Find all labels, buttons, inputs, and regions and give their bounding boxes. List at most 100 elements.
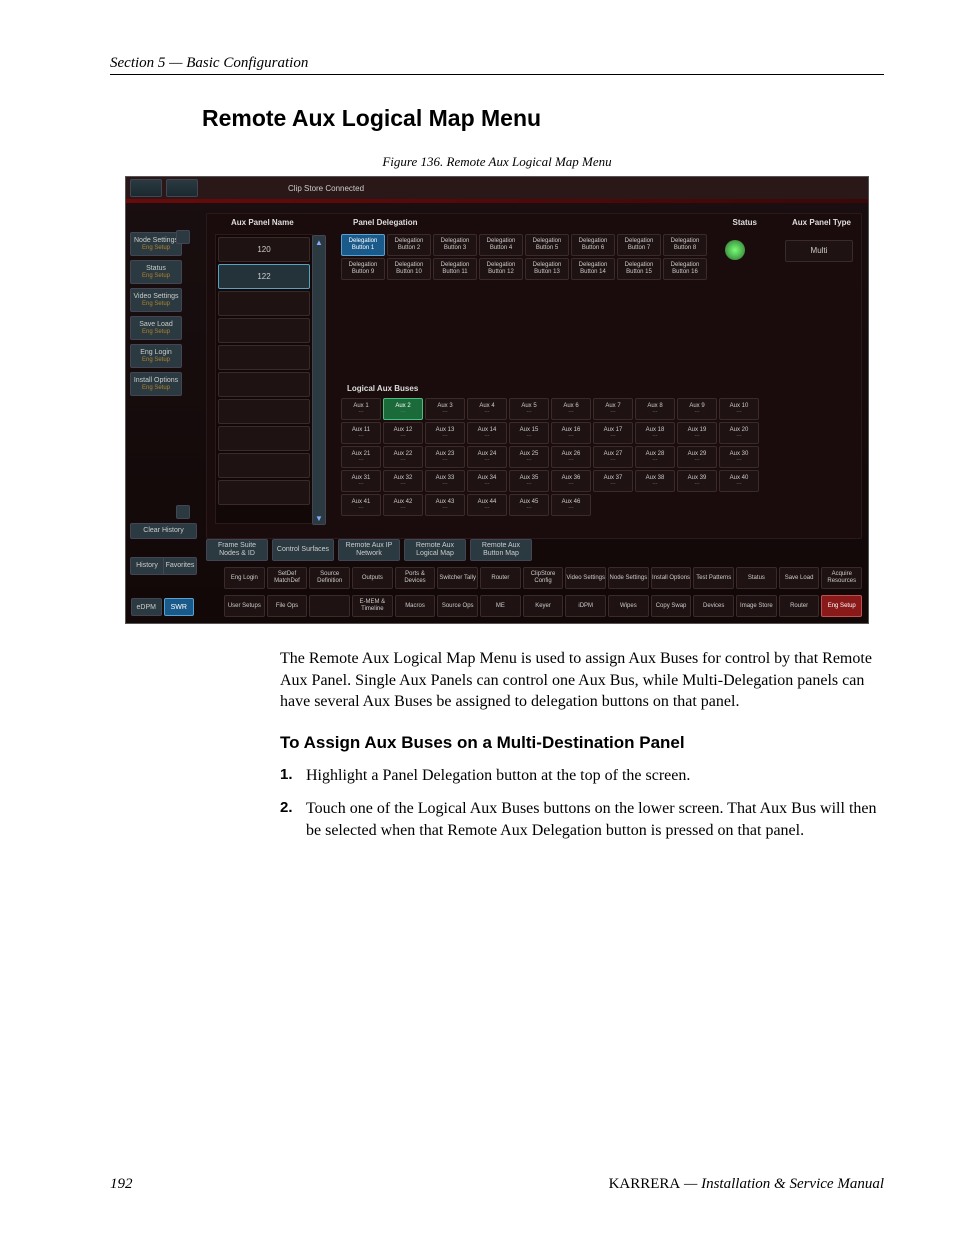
left-nav-item[interactable]: Eng LoginEng Setup bbox=[130, 344, 182, 368]
delegation-button[interactable]: DelegationButton 5 bbox=[525, 234, 569, 256]
aux-panel-item[interactable] bbox=[218, 426, 310, 451]
delegation-button[interactable]: DelegationButton 8 bbox=[663, 234, 707, 256]
logical-aux-button[interactable]: Aux 12--- bbox=[383, 422, 423, 444]
delegation-button[interactable]: DelegationButton 10 bbox=[387, 258, 431, 280]
logical-aux-button[interactable]: Aux 9--- bbox=[677, 398, 717, 420]
logical-aux-button[interactable]: Aux 19--- bbox=[677, 422, 717, 444]
logical-aux-button[interactable]: Aux 31--- bbox=[341, 470, 381, 492]
delegation-button[interactable]: DelegationButton 2 bbox=[387, 234, 431, 256]
aux-panel-item[interactable] bbox=[218, 345, 310, 370]
logical-aux-button[interactable]: Aux 42--- bbox=[383, 494, 423, 516]
left-nav-item[interactable]: Save LoadEng Setup bbox=[130, 316, 182, 340]
nav-scroll-down[interactable] bbox=[176, 505, 190, 519]
bottom-row-button[interactable]: ClipStore Config bbox=[523, 567, 564, 589]
delegation-button[interactable]: DelegationButton 12 bbox=[479, 258, 523, 280]
bottom-row-button[interactable]: Image Store bbox=[736, 595, 777, 617]
delegation-button[interactable]: DelegationButton 4 bbox=[479, 234, 523, 256]
bottom-row-button[interactable]: Macros bbox=[395, 595, 436, 617]
logical-aux-button[interactable]: Aux 11--- bbox=[341, 422, 381, 444]
bottom-row-button[interactable]: Save Load bbox=[779, 567, 820, 589]
logical-aux-button[interactable]: Aux 5--- bbox=[509, 398, 549, 420]
left-nav-item[interactable]: StatusEng Setup bbox=[130, 260, 182, 284]
logical-aux-button[interactable]: Aux 18--- bbox=[635, 422, 675, 444]
scroll-down-icon[interactable]: ▼ bbox=[315, 514, 323, 522]
bottom-row-button[interactable]: Switcher Tally bbox=[437, 567, 478, 589]
delegation-button[interactable]: DelegationButton 15 bbox=[617, 258, 661, 280]
bottom-row-button[interactable]: Install Options bbox=[651, 567, 692, 589]
delegation-button[interactable]: DelegationButton 3 bbox=[433, 234, 477, 256]
logical-aux-button[interactable]: Aux 44--- bbox=[467, 494, 507, 516]
logical-aux-button[interactable]: Aux 3--- bbox=[425, 398, 465, 420]
sub-tab[interactable]: Remote Aux Button Map bbox=[470, 539, 532, 561]
logical-aux-button[interactable]: Aux 13--- bbox=[425, 422, 465, 444]
logical-aux-button[interactable]: Aux 29--- bbox=[677, 446, 717, 468]
logical-aux-button[interactable]: Aux 45--- bbox=[509, 494, 549, 516]
bottom-row-button[interactable]: Copy Swap bbox=[651, 595, 692, 617]
bottom-row-button[interactable]: Eng Login bbox=[224, 567, 265, 589]
aux-panel-item[interactable] bbox=[218, 372, 310, 397]
logical-aux-button[interactable]: Aux 22--- bbox=[383, 446, 423, 468]
clear-history-button[interactable]: Clear History bbox=[130, 523, 197, 539]
bottom-row-button[interactable]: SetDef MatchDef bbox=[267, 567, 308, 589]
logical-aux-button[interactable]: Aux 32--- bbox=[383, 470, 423, 492]
sub-tab[interactable]: Frame Suite Nodes & ID bbox=[206, 539, 268, 561]
logical-aux-button[interactable]: Aux 14--- bbox=[467, 422, 507, 444]
logical-aux-button[interactable]: Aux 2--- bbox=[383, 398, 423, 420]
logical-aux-button[interactable]: Aux 4--- bbox=[467, 398, 507, 420]
aux-list-scrollbar[interactable]: ▲ ▼ bbox=[312, 235, 326, 525]
bottom-row-button[interactable]: Test Patterns bbox=[693, 567, 734, 589]
bottom-row-button[interactable] bbox=[309, 595, 350, 617]
logical-aux-button[interactable]: Aux 34--- bbox=[467, 470, 507, 492]
logical-aux-button[interactable]: Aux 46--- bbox=[551, 494, 591, 516]
logical-aux-button[interactable]: Aux 41--- bbox=[341, 494, 381, 516]
topbar-segment[interactable] bbox=[130, 179, 162, 197]
delegation-button[interactable]: DelegationButton 6 bbox=[571, 234, 615, 256]
left-nav-item[interactable]: Video SettingsEng Setup bbox=[130, 288, 182, 312]
delegation-button[interactable]: DelegationButton 11 bbox=[433, 258, 477, 280]
logical-aux-button[interactable]: Aux 8--- bbox=[635, 398, 675, 420]
edpm-button[interactable]: eDPM bbox=[131, 598, 162, 616]
bottom-row-button[interactable]: User Setups bbox=[224, 595, 265, 617]
logical-aux-button[interactable]: Aux 25--- bbox=[509, 446, 549, 468]
logical-aux-button[interactable]: Aux 26--- bbox=[551, 446, 591, 468]
sub-tab[interactable]: Remote Aux IP Network bbox=[338, 539, 400, 561]
bottom-row-button[interactable]: Router bbox=[779, 595, 820, 617]
delegation-button[interactable]: DelegationButton 7 bbox=[617, 234, 661, 256]
bottom-row-button[interactable]: iDPM bbox=[565, 595, 606, 617]
favorites-tab[interactable]: Favorites bbox=[164, 558, 196, 574]
logical-aux-button[interactable]: Aux 39--- bbox=[677, 470, 717, 492]
aux-panel-item[interactable]: 120 bbox=[218, 237, 310, 262]
bottom-row-button[interactable]: Router bbox=[480, 567, 521, 589]
bottom-row-button[interactable]: Source Ops bbox=[437, 595, 478, 617]
logical-aux-button[interactable]: Aux 28--- bbox=[635, 446, 675, 468]
bottom-row-button[interactable]: Eng Setup bbox=[821, 595, 862, 617]
sub-tab[interactable]: Remote Aux Logical Map bbox=[404, 539, 466, 561]
logical-aux-button[interactable]: Aux 15--- bbox=[509, 422, 549, 444]
bottom-row-button[interactable]: File Ops bbox=[267, 595, 308, 617]
bottom-row-button[interactable]: Source Definition bbox=[309, 567, 350, 589]
aux-panel-item[interactable] bbox=[218, 453, 310, 478]
logical-aux-button[interactable]: Aux 35--- bbox=[509, 470, 549, 492]
bottom-row-button[interactable]: Node Settings bbox=[608, 567, 649, 589]
nav-scroll-up[interactable] bbox=[176, 230, 190, 244]
bottom-row-button[interactable]: Acquire Resources bbox=[821, 567, 862, 589]
left-nav-item[interactable]: Node SettingsEng Setup bbox=[130, 232, 182, 256]
scroll-up-icon[interactable]: ▲ bbox=[315, 238, 323, 246]
logical-aux-button[interactable]: Aux 21--- bbox=[341, 446, 381, 468]
aux-panel-item[interactable] bbox=[218, 291, 310, 316]
logical-aux-button[interactable]: Aux 40--- bbox=[719, 470, 759, 492]
bottom-row-button[interactable]: Outputs bbox=[352, 567, 393, 589]
logical-aux-button[interactable]: Aux 24--- bbox=[467, 446, 507, 468]
bottom-row-button[interactable]: Video Settings bbox=[565, 567, 606, 589]
logical-aux-button[interactable]: Aux 30--- bbox=[719, 446, 759, 468]
bottom-row-button[interactable]: Keyer bbox=[523, 595, 564, 617]
logical-aux-button[interactable]: Aux 37--- bbox=[593, 470, 633, 492]
aux-panel-item[interactable] bbox=[218, 318, 310, 343]
aux-panel-item[interactable]: 122 bbox=[218, 264, 310, 289]
logical-aux-button[interactable]: Aux 43--- bbox=[425, 494, 465, 516]
delegation-button[interactable]: DelegationButton 13 bbox=[525, 258, 569, 280]
left-nav-item[interactable]: Install OptionsEng Setup bbox=[130, 372, 182, 396]
logical-aux-button[interactable]: Aux 17--- bbox=[593, 422, 633, 444]
logical-aux-button[interactable]: Aux 16--- bbox=[551, 422, 591, 444]
sub-tab[interactable]: Control Surfaces bbox=[272, 539, 334, 561]
